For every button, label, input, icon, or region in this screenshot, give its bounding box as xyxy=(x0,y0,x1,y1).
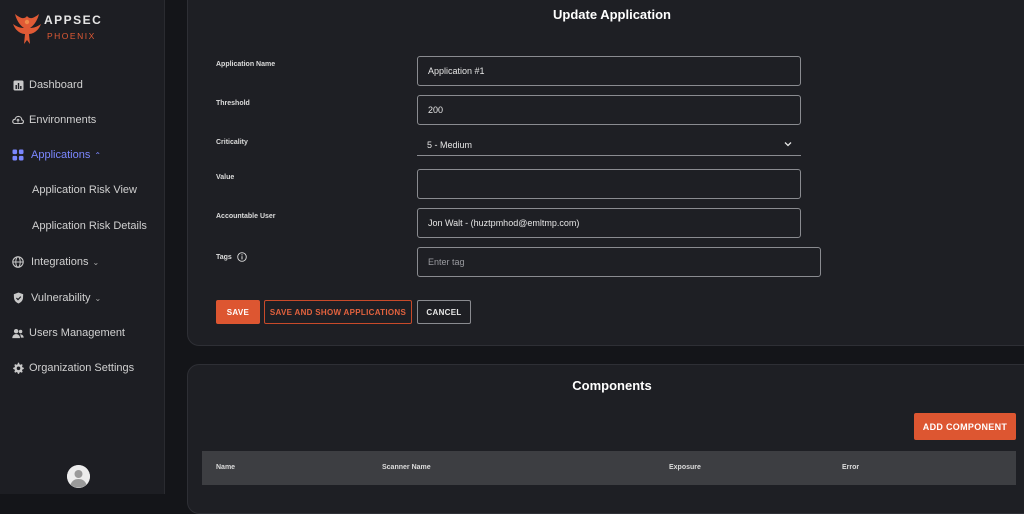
column-header-error[interactable]: Error xyxy=(842,464,859,471)
chevron-up-icon: ⌃ xyxy=(94,150,102,160)
sidebar-item-label: Integrations xyxy=(31,256,89,268)
criticality-value: 5 - Medium xyxy=(427,139,473,150)
sidebar-item-label: Vulnerability xyxy=(31,292,91,304)
sidebar-item-label: Users Management xyxy=(29,327,125,339)
criticality-label: Criticality xyxy=(216,139,248,146)
column-header-scanner-name[interactable]: Scanner Name xyxy=(382,464,431,471)
add-component-button[interactable]: ADD COMPONENT xyxy=(914,413,1016,440)
sidebar-item-users-management[interactable]: Users Management xyxy=(12,325,125,341)
update-application-card: Update Application Application Name Appl… xyxy=(187,0,1024,346)
criticality-select[interactable]: 5 - Medium xyxy=(417,134,801,156)
cancel-button[interactable]: CANCEL xyxy=(417,300,471,324)
sidebar-item-integrations[interactable]: Integrations ⌄ xyxy=(12,254,99,270)
cloud-icon xyxy=(12,114,24,126)
users-icon xyxy=(12,327,24,339)
threshold-label: Threshold xyxy=(216,100,250,107)
accountable-user-input[interactable]: Jon Walt - (huztpmhod@emltmp.com) xyxy=(417,208,801,238)
globe-icon xyxy=(12,256,24,268)
avatar[interactable] xyxy=(67,465,90,488)
components-table-header: Name Scanner Name Exposure Error xyxy=(202,451,1016,485)
sidebar-item-label: Organization Settings xyxy=(29,362,135,374)
application-name-input[interactable]: Application #1 xyxy=(417,56,801,86)
value-label: Value xyxy=(216,174,235,181)
gear-icon xyxy=(12,362,24,374)
sidebar-item-vulnerability[interactable]: Vulnerability ⌄ xyxy=(12,290,101,306)
chart-icon xyxy=(12,79,24,91)
brand-line1: APPSEC xyxy=(44,13,103,27)
threshold-input[interactable]: 200 xyxy=(417,95,801,125)
column-header-name[interactable]: Name xyxy=(216,464,235,471)
phoenix-icon xyxy=(13,14,41,44)
sidebar: APPSEC PHOENIX Dashboard Environments Ap… xyxy=(0,0,165,494)
sidebar-item-label: Applications xyxy=(31,149,91,161)
sidebar-item-label: Environments xyxy=(29,114,97,126)
components-card: Components ADD COMPONENT Name Scanner Na… xyxy=(187,364,1024,514)
chevron-down-icon: ⌄ xyxy=(92,257,100,267)
components-title: Components xyxy=(572,378,652,393)
shield-icon xyxy=(12,292,24,304)
tags-label-wrap: Tags xyxy=(216,252,247,262)
appsec-phoenix-logo[interactable]: APPSEC PHOENIX xyxy=(12,12,122,50)
chevron-down-icon: ⌄ xyxy=(94,293,102,303)
save-and-show-applications-button[interactable]: SAVE AND SHOW APPLICATIONS xyxy=(264,300,412,324)
chevron-down-icon xyxy=(783,139,793,149)
brand-line2: PHOENIX xyxy=(47,31,96,41)
accountable-user-label: Accountable User xyxy=(216,213,276,220)
sidebar-item-applications[interactable]: Applications ⌃ xyxy=(12,147,101,163)
sidebar-item-organization-settings[interactable]: Organization Settings xyxy=(12,360,134,376)
tags-label: Tags xyxy=(216,253,232,261)
save-button[interactable]: SAVE xyxy=(216,300,260,324)
page-title: Update Application xyxy=(553,7,671,22)
application-name-label: Application Name xyxy=(216,61,276,68)
sidebar-subitem-application-risk-view[interactable]: Application Risk View xyxy=(32,184,137,196)
tags-input[interactable]: Enter tag xyxy=(417,247,821,277)
sidebar-item-dashboard[interactable]: Dashboard xyxy=(12,77,83,93)
value-input[interactable] xyxy=(417,169,801,199)
sidebar-item-label: Dashboard xyxy=(29,79,83,91)
sidebar-subitem-application-risk-details[interactable]: Application Risk Details xyxy=(32,220,147,232)
info-icon[interactable] xyxy=(237,252,247,262)
grid-icon xyxy=(12,149,24,161)
column-header-exposure[interactable]: Exposure xyxy=(669,464,701,471)
sidebar-item-environments[interactable]: Environments xyxy=(12,112,96,128)
